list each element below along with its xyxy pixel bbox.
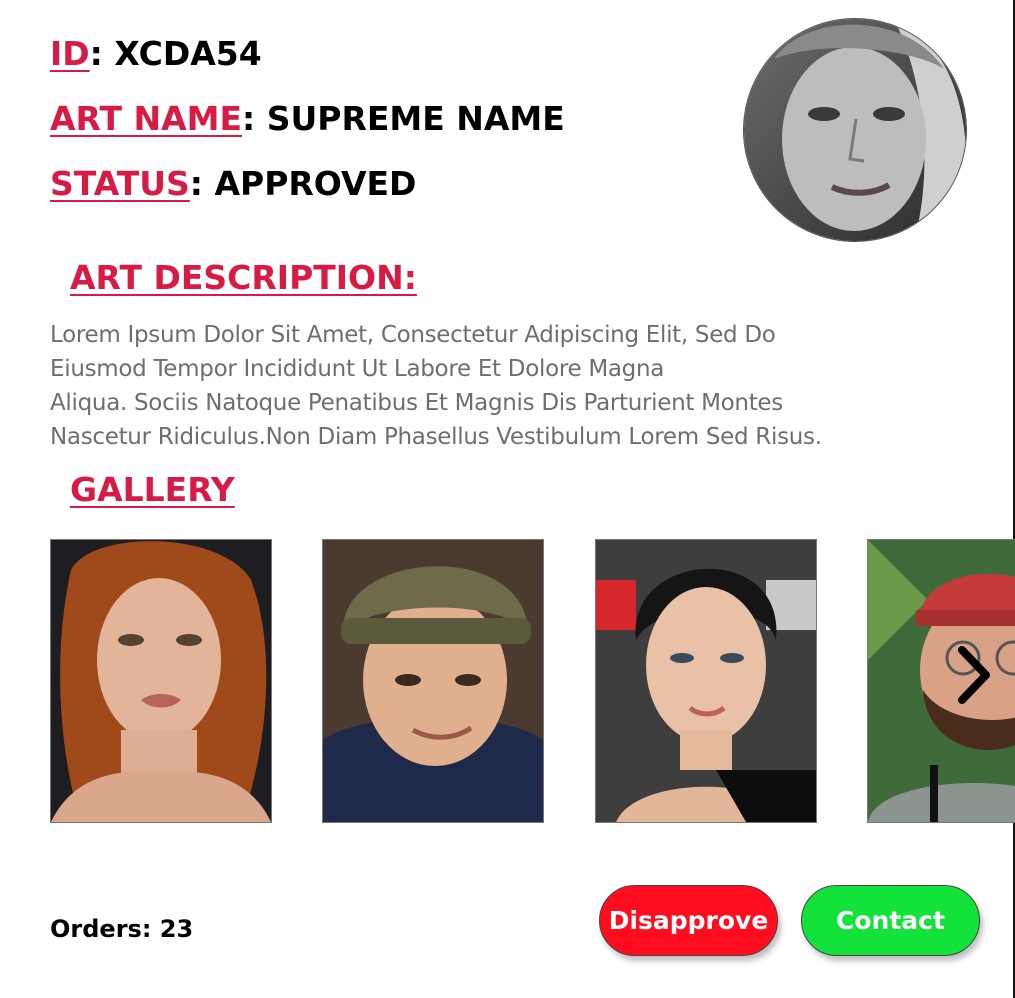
description-line: Eiusmod Tempor Incididunt Ut Labore Et D… (50, 356, 665, 382)
contact-button[interactable]: Contact (801, 885, 980, 956)
gallery-next-button[interactable] (952, 644, 996, 706)
gallery-photo-dark-hair-woman (596, 540, 816, 822)
art-name-separator: : (242, 99, 267, 138)
status-label: STATUS (50, 164, 190, 203)
id-value: XCDA54 (114, 34, 262, 73)
gallery-image-3[interactable] (595, 539, 817, 823)
art-description-heading: ART DESCRIPTION: (70, 258, 417, 297)
gallery-image-2[interactable] (322, 539, 544, 823)
status-separator: : (189, 164, 215, 203)
art-description-text: Lorem Ipsum Dolor Sit Amet, Consectetur … (50, 318, 880, 454)
gallery-photo-beanie-boy (323, 540, 543, 822)
avatar-photo (744, 19, 966, 241)
description-line: Lorem Ipsum Dolor Sit Amet, Consectetur … (50, 322, 776, 348)
gallery-heading: GALLERY (70, 470, 235, 509)
disapprove-button[interactable]: Disapprove (599, 885, 778, 956)
description-line: Nascetur Ridiculus.Non Diam Phasellus Ve… (50, 424, 822, 450)
id-label: ID (50, 34, 90, 73)
orders-count: Orders: 23 (50, 915, 194, 943)
gallery-image-1[interactable] (50, 539, 272, 823)
gallery-photo-red-hair-woman (51, 540, 271, 822)
profile-avatar (743, 18, 967, 242)
status-row: STATUS: APPROVED (50, 164, 416, 204)
art-name-value: SUPREME NAME (266, 99, 565, 138)
id-separator: : (89, 34, 115, 73)
chevron-right-icon (958, 646, 990, 704)
status-value: APPROVED (214, 164, 417, 203)
gallery-carousel (50, 539, 1015, 823)
art-name-label: ART NAME (50, 99, 243, 138)
art-name-row: ART NAME: SUPREME NAME (50, 99, 565, 139)
id-row: ID: XCDA54 (50, 34, 262, 74)
description-line: Aliqua. Sociis Natoque Penatibus Et Magn… (50, 390, 783, 416)
